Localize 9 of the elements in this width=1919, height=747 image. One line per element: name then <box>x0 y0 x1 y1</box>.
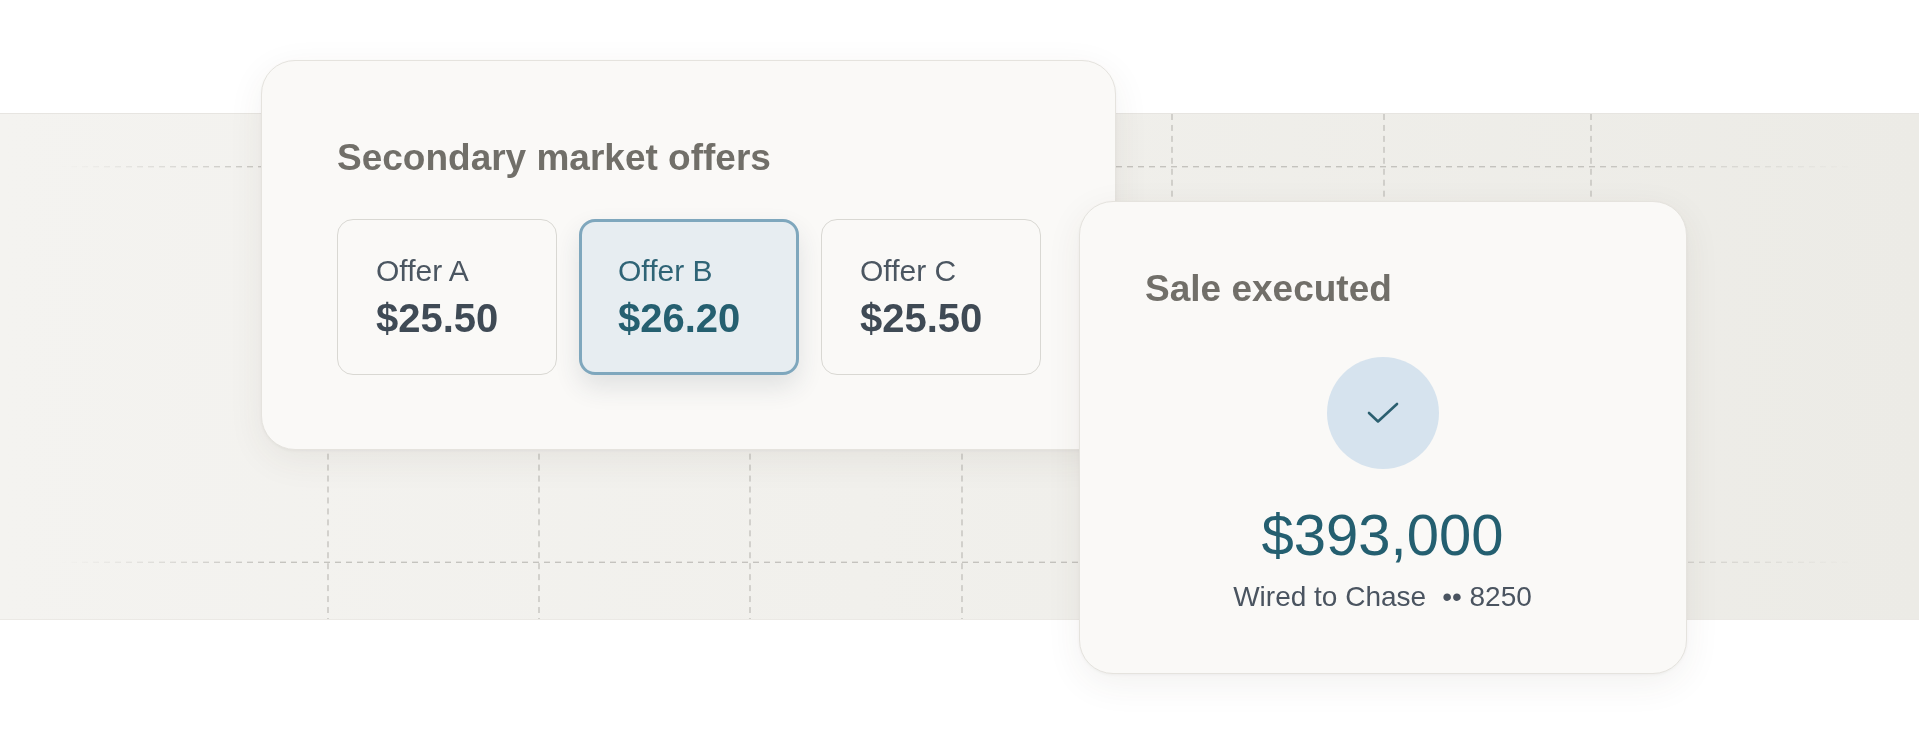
card-title: Secondary market offers <box>337 139 771 176</box>
offer-option[interactable]: Offer A $25.50 <box>337 219 557 375</box>
check-icon <box>1326 357 1439 469</box>
transfer-destination: Wired to Chase <box>1233 583 1427 611</box>
card-title: Sale executed <box>1145 270 1392 307</box>
sale-amount: $393,000 <box>1261 506 1504 564</box>
offer-option[interactable]: Offer C $25.50 <box>821 219 1041 375</box>
offer-option[interactable]: Offer B $26.20 <box>579 219 799 375</box>
account-number: •• 8250 <box>1442 583 1532 611</box>
